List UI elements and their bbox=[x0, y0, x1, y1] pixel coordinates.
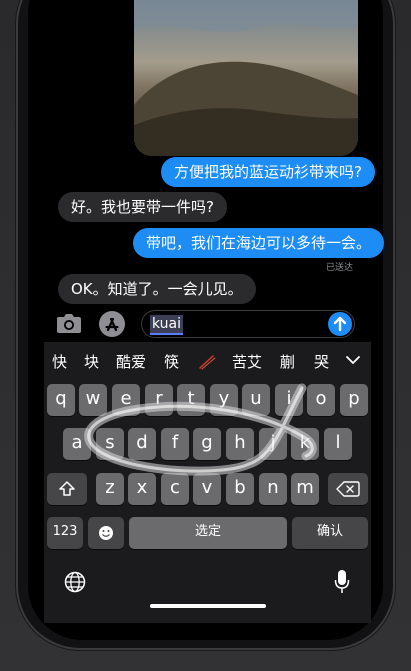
key-f[interactable]: f bbox=[161, 428, 189, 460]
key-w[interactable]: w bbox=[79, 384, 107, 416]
key-u[interactable]: u bbox=[242, 384, 270, 416]
handwriting-icon[interactable] bbox=[197, 352, 217, 376]
candidate-word[interactable]: 筷 bbox=[164, 351, 179, 373]
emoji-icon[interactable] bbox=[88, 517, 124, 549]
space-key[interactable]: 选定 bbox=[129, 517, 287, 549]
camera-icon[interactable] bbox=[56, 312, 82, 338]
key-a[interactable]: a bbox=[63, 428, 91, 460]
key-i[interactable]: i bbox=[275, 384, 303, 416]
candidate-word[interactable]: 快 bbox=[52, 351, 67, 373]
microphone-icon[interactable] bbox=[334, 569, 350, 599]
input-text: kuai bbox=[150, 315, 184, 335]
candidate-word[interactable]: 酷爱 bbox=[116, 351, 146, 373]
message-bubble-outgoing[interactable]: 方便把我的蓝运动衫带来吗? bbox=[161, 157, 375, 187]
keyboard: 快 块 酷爱 筷 苦艾 蒯 哭 q w e r t y u i o p a s … bbox=[44, 342, 371, 623]
key-v[interactable]: v bbox=[193, 473, 221, 505]
return-key[interactable]: 确认 bbox=[292, 517, 368, 549]
candidate-word[interactable]: 哭 bbox=[314, 351, 329, 373]
send-arrow-icon[interactable] bbox=[328, 312, 352, 336]
delivered-status: 已送达 bbox=[325, 263, 353, 273]
globe-icon[interactable] bbox=[64, 571, 86, 597]
candidate-word[interactable]: 蒯 bbox=[280, 351, 295, 373]
key-z[interactable]: z bbox=[96, 473, 124, 505]
key-r[interactable]: r bbox=[145, 384, 173, 416]
photo-image bbox=[134, 0, 358, 156]
message-bubble-incoming[interactable]: 好。我也要带一件吗? bbox=[58, 192, 227, 222]
key-t[interactable]: t bbox=[177, 384, 205, 416]
key-d[interactable]: d bbox=[128, 428, 156, 460]
key-l[interactable]: l bbox=[324, 428, 352, 460]
key-j[interactable]: j bbox=[259, 428, 287, 460]
message-bubble-incoming[interactable]: OK。知道了。一会儿见。 bbox=[58, 274, 256, 304]
key-n[interactable]: n bbox=[259, 473, 287, 505]
key-k[interactable]: k bbox=[291, 428, 319, 460]
chevron-down-icon[interactable] bbox=[345, 352, 361, 366]
key-e[interactable]: e bbox=[112, 384, 140, 416]
app-store-icon[interactable] bbox=[98, 310, 126, 342]
key-m[interactable]: m bbox=[291, 473, 319, 505]
numbers-key[interactable]: 123 bbox=[47, 517, 83, 549]
key-o[interactable]: o bbox=[307, 384, 335, 416]
photo-message[interactable] bbox=[134, 0, 358, 156]
message-input[interactable]: kuai bbox=[141, 310, 355, 338]
key-c[interactable]: c bbox=[161, 473, 189, 505]
key-g[interactable]: g bbox=[193, 428, 221, 460]
candidate-word[interactable]: 苦艾 bbox=[232, 351, 262, 373]
key-x[interactable]: x bbox=[128, 473, 156, 505]
key-p[interactable]: p bbox=[340, 384, 368, 416]
key-q[interactable]: q bbox=[47, 384, 75, 416]
home-indicator[interactable] bbox=[150, 604, 266, 608]
key-h[interactable]: h bbox=[226, 428, 254, 460]
shift-icon[interactable] bbox=[47, 473, 87, 505]
key-b[interactable]: b bbox=[226, 473, 254, 505]
delete-icon[interactable] bbox=[328, 473, 368, 505]
key-y[interactable]: y bbox=[210, 384, 238, 416]
key-s[interactable]: s bbox=[96, 428, 124, 460]
candidate-word[interactable]: 块 bbox=[84, 351, 99, 373]
message-bubble-outgoing[interactable]: 带吧，我们在海边可以多待一会。 bbox=[133, 228, 385, 258]
